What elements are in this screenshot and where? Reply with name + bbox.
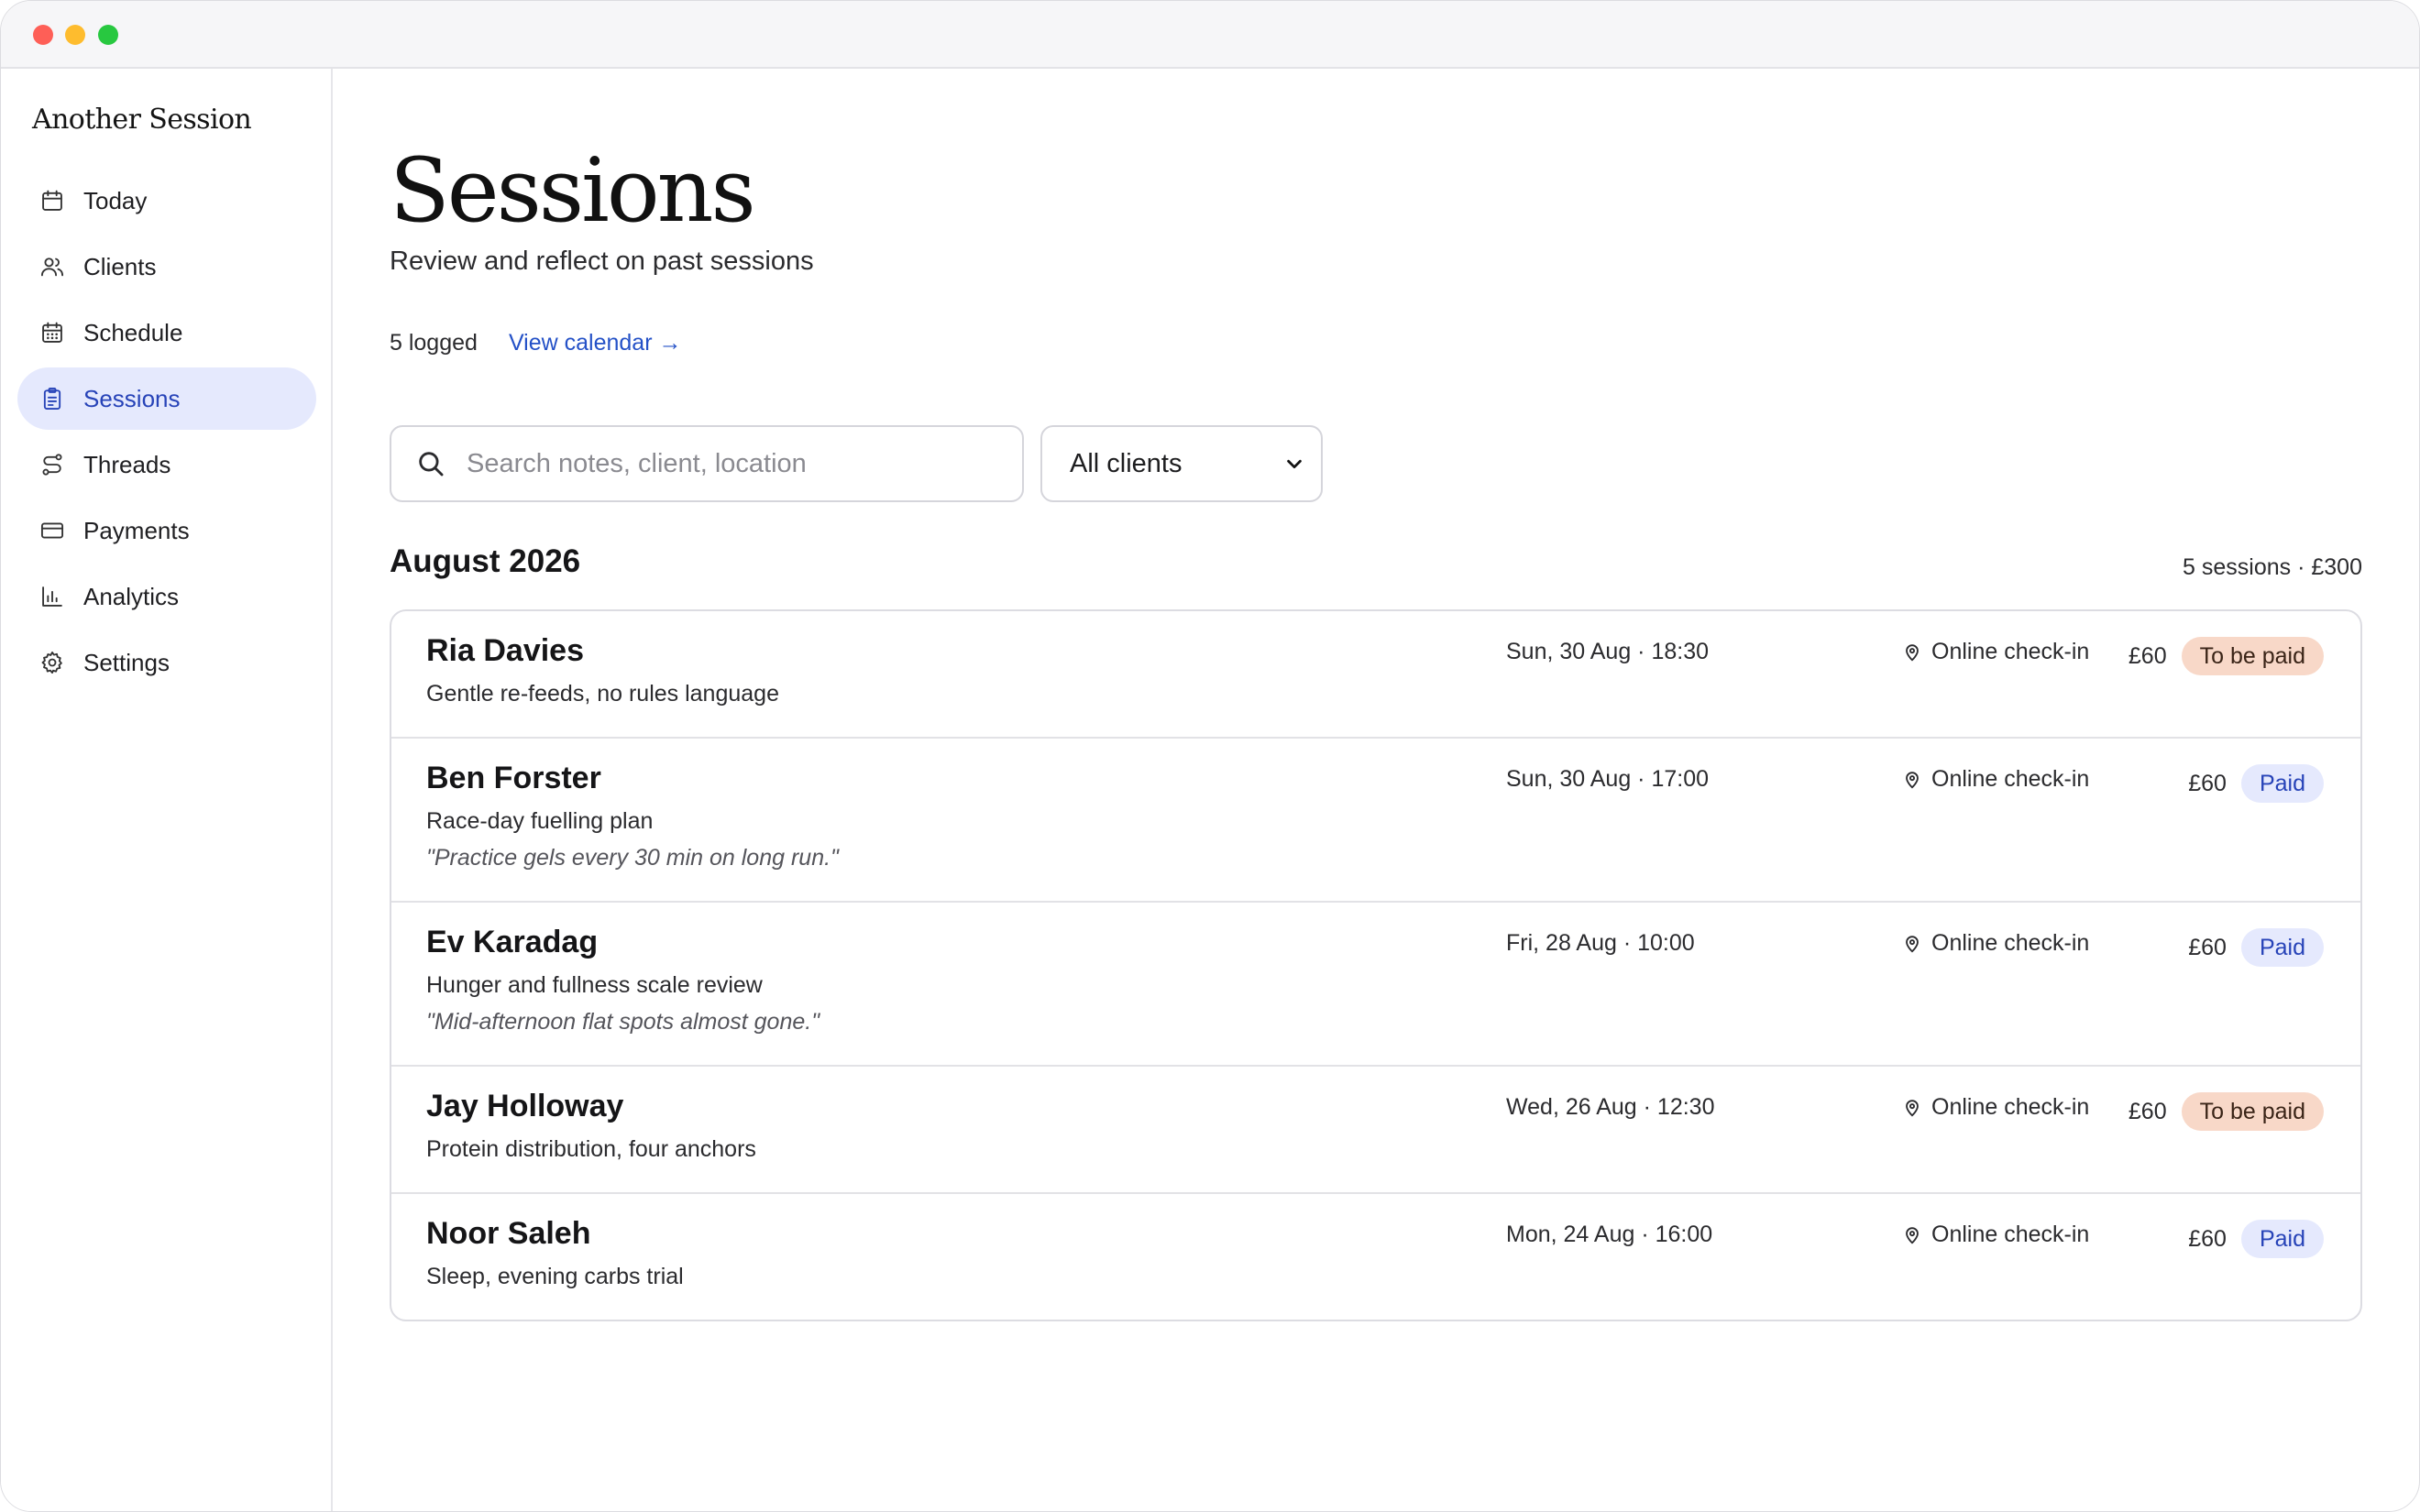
sidebar-item-analytics[interactable]: Analytics (17, 565, 316, 628)
route-icon (39, 452, 65, 477)
session-price: £60 (2128, 1098, 2167, 1124)
session-payment: £60 To be paid (2128, 1092, 2324, 1131)
chevron-down-icon (1287, 459, 1302, 469)
sidebar-item-label: Payments (83, 516, 190, 544)
location-pin-icon (1906, 1226, 1919, 1244)
main-content: Sessions Review and reflect on past sess… (333, 69, 2419, 1511)
page-title: Sessions (390, 139, 756, 242)
search-box[interactable] (390, 425, 1024, 502)
session-datetime: Wed, 26 Aug · 12:30 (1506, 1094, 1715, 1120)
session-datetime: Fri, 28 Aug · 10:00 (1506, 930, 1695, 956)
sidebar-item-today[interactable]: Today (17, 170, 316, 232)
clipboard-icon (39, 386, 65, 411)
sidebar-item-sessions[interactable]: Sessions (17, 367, 316, 430)
sidebar-item-label: Analytics (83, 582, 180, 610)
session-payment: £60 Paid (2188, 764, 2324, 803)
sidebar-item-label: Settings (83, 648, 170, 676)
session-row[interactable]: Noor Saleh Sleep, evening carbs trial Mo… (391, 1194, 2360, 1320)
client-name: Ria Davies (426, 633, 584, 668)
app-window: Another Session Today Clients Schedule S… (0, 0, 2420, 1512)
status-badge: Paid (2240, 1220, 2324, 1258)
client-name: Jay Holloway (426, 1089, 624, 1123)
client-filter-value: All clients (1070, 448, 1182, 478)
sidebar-item-payments[interactable]: Payments (17, 499, 316, 562)
location-pin-icon (1906, 771, 1919, 788)
calendar-grid-icon (39, 320, 65, 345)
location-label: Online check-in (1931, 639, 2090, 664)
session-row[interactable]: Ben Forster Race-day fuelling plan "Prac… (391, 739, 2360, 903)
credit-card-icon (39, 518, 65, 543)
session-row[interactable]: Ria Davies Gentle re-feeds, no rules lan… (391, 611, 2360, 739)
logged-count: 5 logged (390, 330, 478, 356)
page-meta: 5 logged View calendar → (390, 330, 681, 356)
users-icon (39, 254, 65, 279)
location-pin-icon (1906, 935, 1919, 952)
session-location: Online check-in (1902, 1094, 2089, 1121)
view-calendar-link[interactable]: View calendar → (509, 330, 682, 356)
status-badge: Paid (2240, 764, 2324, 803)
sidebar-item-clients[interactable]: Clients (17, 236, 316, 298)
client-name: Noor Saleh (426, 1216, 591, 1251)
session-price: £60 (2188, 934, 2227, 960)
session-topic: Protein distribution, four anchors (426, 1136, 756, 1162)
session-row[interactable]: Ev Karadag Hunger and fullness scale rev… (391, 903, 2360, 1067)
session-location: Online check-in (1902, 930, 2089, 957)
sidebar-item-threads[interactable]: Threads (17, 433, 316, 496)
sidebar: Another Session Today Clients Schedule S… (1, 69, 333, 1511)
session-topic: Race-day fuelling plan (426, 808, 654, 834)
session-datetime: Sun, 30 Aug · 18:30 (1506, 639, 1710, 664)
gear-icon (39, 650, 65, 675)
sidebar-item-label: Clients (83, 252, 157, 280)
location-label: Online check-in (1931, 930, 2090, 956)
app-brand: Another Session (32, 104, 252, 136)
session-payment: £60 To be paid (2128, 637, 2324, 675)
bar-chart-icon (39, 584, 65, 609)
client-name: Ev Karadag (426, 925, 599, 959)
session-datetime: Mon, 24 Aug · 16:00 (1506, 1222, 1713, 1247)
session-location: Online check-in (1902, 1222, 2089, 1248)
location-label: Online check-in (1931, 1094, 2090, 1120)
status-badge: To be paid (2181, 1092, 2324, 1131)
sidebar-item-label: Sessions (83, 384, 181, 412)
month-summary: 5 sessions · £300 (2183, 554, 2362, 580)
sidebar-item-settings[interactable]: Settings (17, 631, 316, 694)
session-location: Online check-in (1902, 639, 2089, 665)
search-input[interactable] (465, 447, 982, 480)
status-badge: To be paid (2181, 637, 2324, 675)
session-note: "Practice gels every 30 min on long run.… (426, 845, 839, 871)
title-bar (1, 1, 2419, 69)
sidebar-item-schedule[interactable]: Schedule (17, 301, 316, 364)
location-pin-icon (1906, 643, 1919, 661)
location-label: Online check-in (1931, 766, 2090, 792)
month-heading: August 2026 (390, 543, 581, 579)
zoom-window-button[interactable] (98, 25, 118, 45)
location-pin-icon (1906, 1099, 1919, 1116)
minimize-window-button[interactable] (65, 25, 85, 45)
sidebar-nav: Today Clients Schedule Sessions Threads … (17, 170, 316, 697)
status-badge: Paid (2240, 928, 2324, 967)
sidebar-item-label: Schedule (83, 318, 183, 346)
client-name: Ben Forster (426, 761, 601, 795)
session-location: Online check-in (1902, 766, 2089, 793)
sidebar-item-label: Today (83, 186, 148, 214)
page-subtitle: Review and reflect on past sessions (390, 247, 814, 276)
session-payment: £60 Paid (2188, 1220, 2324, 1258)
session-price: £60 (2188, 770, 2227, 796)
calendar-icon (39, 188, 65, 214)
client-filter-select[interactable]: All clients (1040, 425, 1323, 502)
session-price: £60 (2188, 1225, 2227, 1252)
search-icon (419, 452, 444, 477)
location-label: Online check-in (1931, 1222, 2090, 1247)
session-topic: Sleep, evening carbs trial (426, 1264, 684, 1289)
session-price: £60 (2128, 642, 2167, 669)
session-topic: Gentle re-feeds, no rules language (426, 681, 779, 707)
close-window-button[interactable] (33, 25, 53, 45)
sidebar-item-label: Threads (83, 450, 171, 478)
session-datetime: Sun, 30 Aug · 17:00 (1506, 766, 1710, 792)
session-row[interactable]: Jay Holloway Protein distribution, four … (391, 1067, 2360, 1194)
sessions-list: Ria Davies Gentle re-feeds, no rules lan… (390, 609, 2362, 1321)
session-payment: £60 Paid (2188, 928, 2324, 967)
session-topic: Hunger and fullness scale review (426, 972, 763, 998)
session-note: "Mid-afternoon flat spots almost gone." (426, 1009, 820, 1035)
